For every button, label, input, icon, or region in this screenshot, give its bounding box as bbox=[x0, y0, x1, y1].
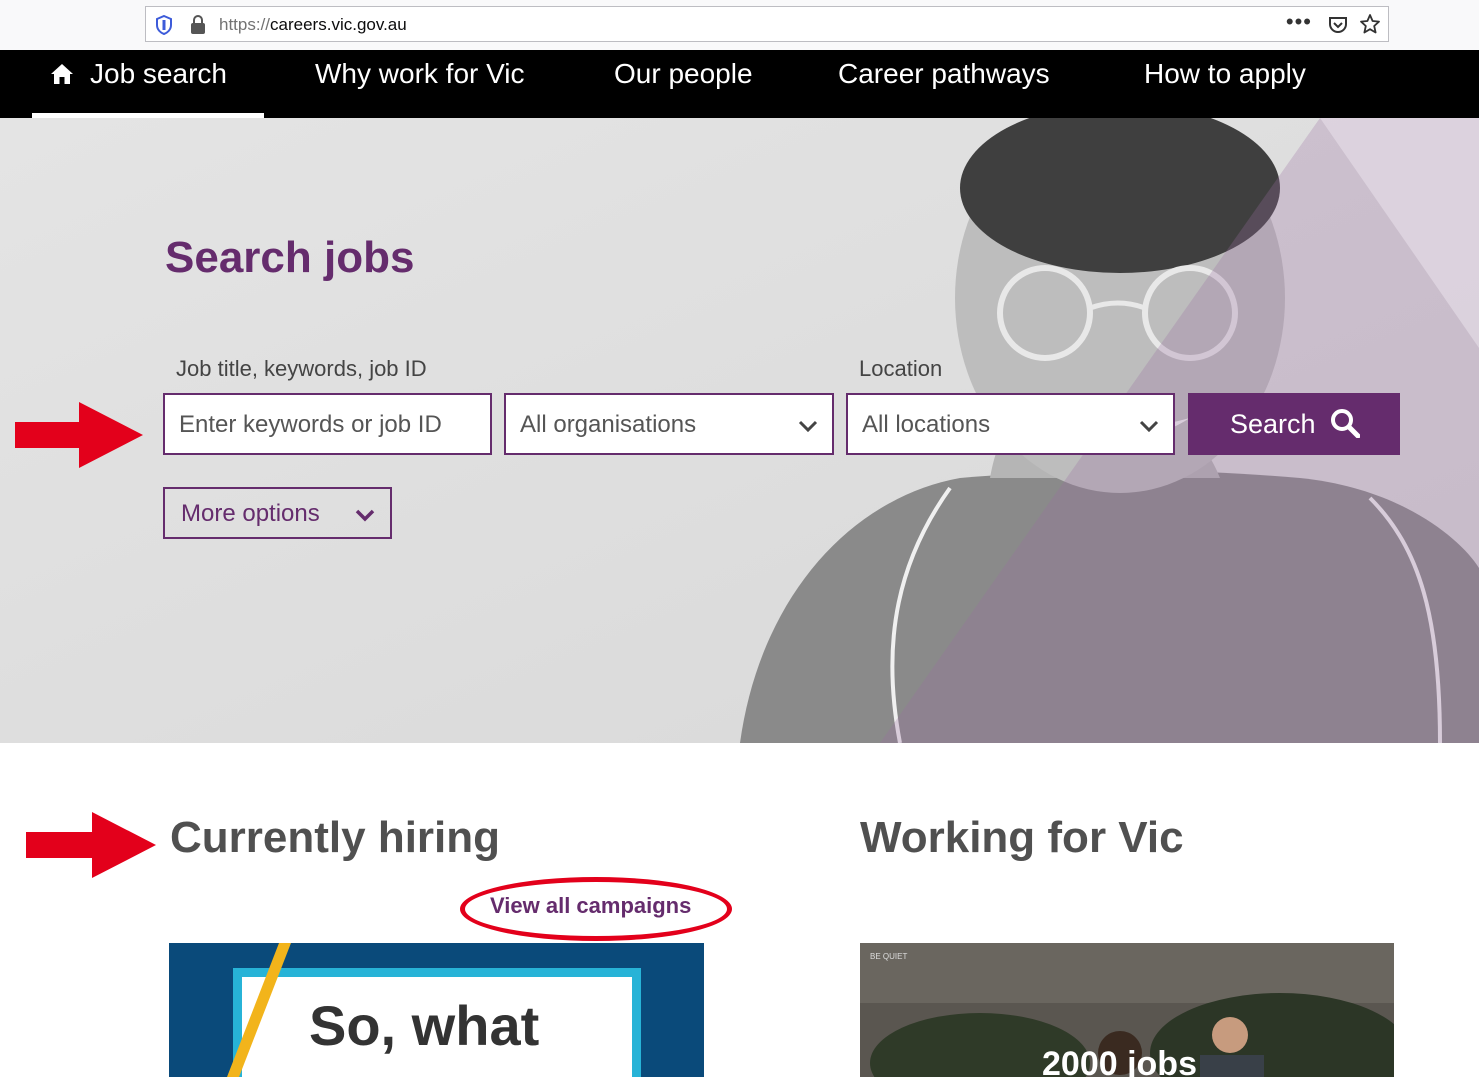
working-for-vic-card[interactable]: BE QUIET 2000 jobs bbox=[860, 943, 1394, 1077]
nav-why-work-for-vic[interactable]: Why work for Vic bbox=[315, 50, 525, 118]
tracking-shield-icon[interactable] bbox=[155, 15, 173, 35]
home-icon bbox=[51, 64, 73, 84]
chevron-down-icon bbox=[798, 420, 818, 432]
working-for-vic-heading: Working for Vic bbox=[860, 813, 1184, 862]
lock-icon[interactable] bbox=[190, 15, 206, 35]
organisation-value: All organisations bbox=[520, 411, 697, 438]
chevron-down-icon bbox=[355, 509, 375, 522]
hero-search: Search jobs Job title, keywords, job ID … bbox=[0, 118, 1479, 743]
url-text[interactable]: https://careers.vic.gov.au bbox=[219, 15, 407, 35]
browser-toolbar: https://careers.vic.gov.au ••• bbox=[0, 0, 1479, 50]
annotation-circle bbox=[460, 877, 732, 941]
keywords-label: Job title, keywords, job ID bbox=[176, 356, 427, 381]
location-select[interactable]: All locations bbox=[846, 393, 1175, 455]
more-options-label: More options bbox=[181, 500, 320, 527]
keywords-placeholder: Enter keywords or job ID bbox=[179, 411, 442, 438]
nav-our-people[interactable]: Our people bbox=[614, 50, 753, 118]
bookmark-star-icon[interactable] bbox=[1359, 13, 1381, 35]
search-icon bbox=[1331, 409, 1360, 438]
currently-hiring-heading: Currently hiring bbox=[170, 813, 501, 862]
location-label: Location bbox=[859, 356, 943, 381]
nav-job-search[interactable]: Job search bbox=[32, 50, 264, 118]
main-nav: Job search Why work for Vic Our people C… bbox=[0, 50, 1479, 118]
working-card-text: 2000 jobs bbox=[1042, 1045, 1197, 1077]
campaign-card-text: So, what bbox=[309, 994, 540, 1057]
search-button[interactable]: Search bbox=[1188, 393, 1400, 455]
organisation-select[interactable]: All organisations bbox=[504, 393, 834, 455]
location-value: All locations bbox=[862, 411, 991, 438]
search-button-label: Search bbox=[1230, 409, 1316, 439]
chevron-down-icon bbox=[1139, 420, 1159, 432]
more-options-button[interactable]: More options bbox=[163, 487, 392, 539]
keywords-input[interactable]: Enter keywords or job ID bbox=[163, 393, 492, 455]
sign-text: BE QUIET bbox=[870, 952, 908, 961]
page-actions-icon[interactable]: ••• bbox=[1286, 9, 1312, 35]
nav-career-pathways[interactable]: Career pathways bbox=[838, 50, 1050, 118]
annotation-arrow-icon bbox=[26, 812, 156, 878]
nav-how-to-apply[interactable]: How to apply bbox=[1144, 50, 1306, 118]
page-title: Search jobs bbox=[165, 233, 415, 282]
campaign-card[interactable]: So, what bbox=[169, 943, 704, 1077]
annotation-arrow-icon bbox=[15, 402, 143, 468]
address-bar[interactable]: https://careers.vic.gov.au ••• bbox=[145, 6, 1389, 42]
pocket-icon[interactable] bbox=[1328, 15, 1348, 35]
nav-label: Job search bbox=[90, 58, 227, 89]
